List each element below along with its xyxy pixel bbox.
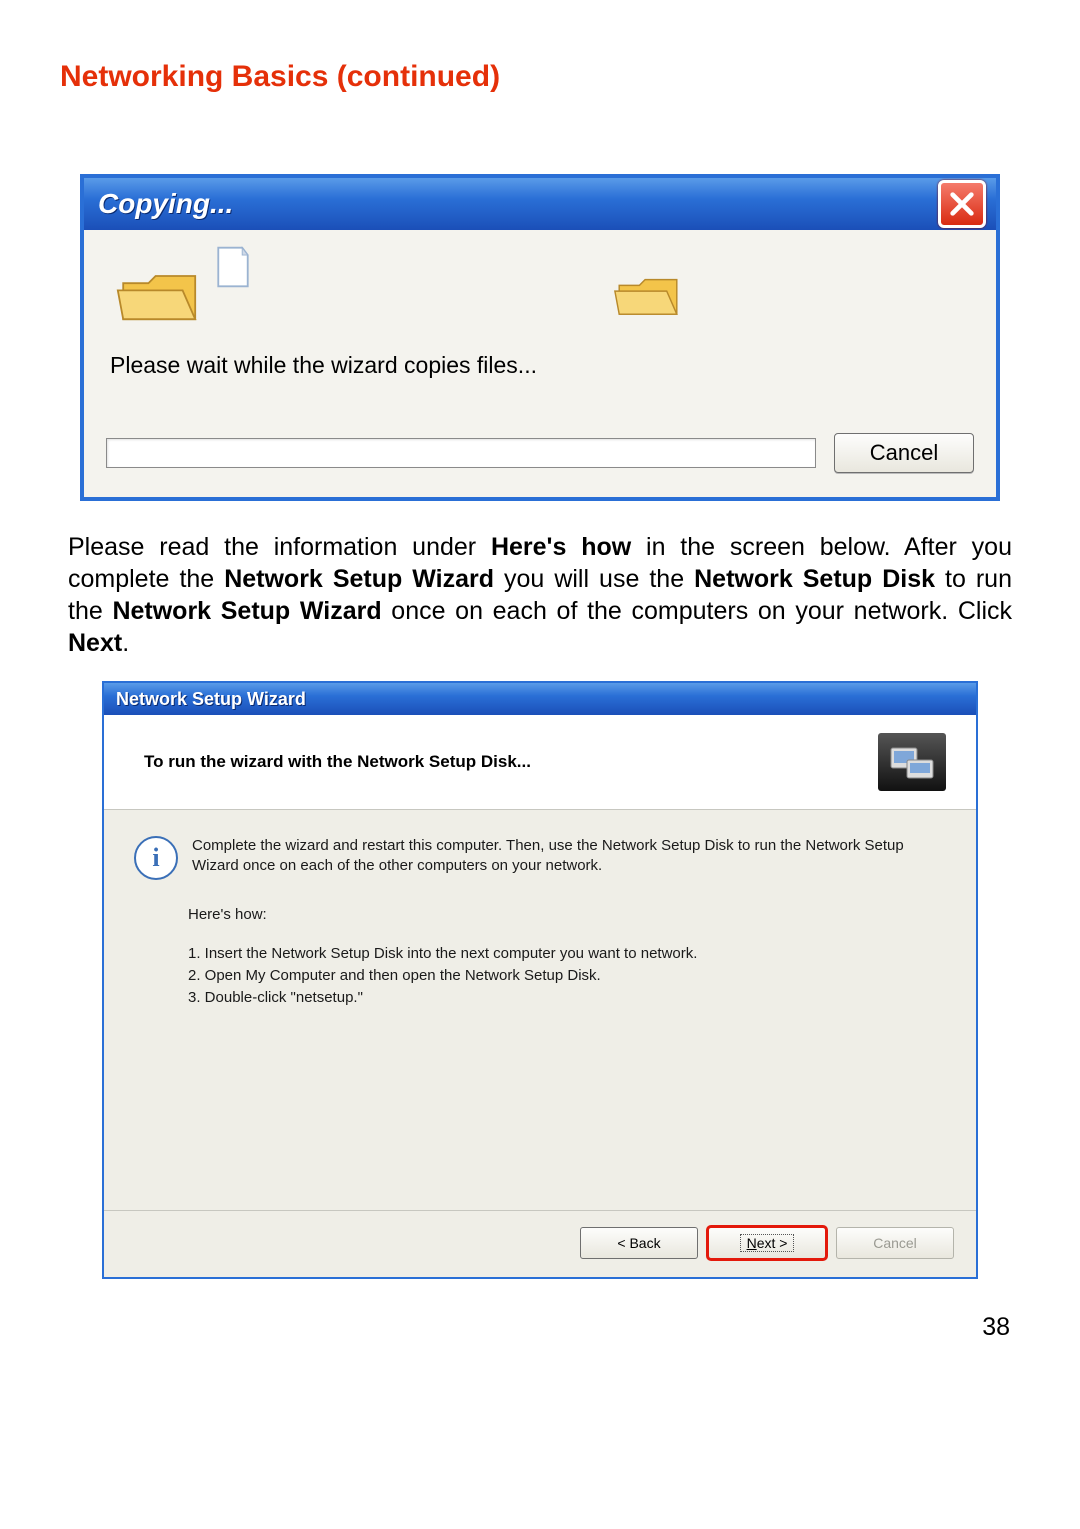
network-setup-wizard-dialog: Network Setup Wizard To run the wizard w… <box>102 681 978 1279</box>
wizard-info-text: Complete the wizard and restart this com… <box>192 836 946 877</box>
wizard-step-1: 1. Insert the Network Setup Disk into th… <box>188 943 946 965</box>
next-suffix: ext > <box>757 1235 788 1251</box>
network-device-icon <box>878 733 946 791</box>
wizard-step-2: 2. Open My Computer and then open the Ne… <box>188 965 946 987</box>
next-button[interactable]: Next > <box>708 1227 826 1259</box>
para-text: Please read the information under <box>68 533 491 561</box>
back-button[interactable]: < Back <box>580 1227 698 1259</box>
para-bold: Network Setup Wizard <box>112 597 381 625</box>
instruction-paragraph: Please read the information under Here's… <box>68 531 1012 659</box>
wizard-cancel-button: Cancel <box>836 1227 954 1259</box>
copy-animation <box>106 258 974 346</box>
cancel-button[interactable]: Cancel <box>834 433 974 473</box>
next-underline: N <box>747 1235 757 1251</box>
folder-icon <box>612 264 684 324</box>
para-bold: Next <box>68 629 122 657</box>
heres-how-label: Here's how: <box>188 906 946 923</box>
wizard-step-3: 3. Double-click "netsetup." <box>188 987 946 1009</box>
wizard-header: To run the wizard with the Network Setup… <box>104 715 976 810</box>
para-bold: Here's how <box>491 533 631 561</box>
page-number: 38 <box>60 1279 1020 1342</box>
flying-page-icon <box>214 244 252 290</box>
copying-title-text: Copying... <box>98 188 233 220</box>
wizard-body: i Complete the wizard and restart this c… <box>104 810 976 1210</box>
copying-dialog: Copying... <box>80 174 1000 501</box>
close-icon[interactable] <box>938 180 986 228</box>
progress-bar <box>106 438 816 468</box>
para-text: you will use the <box>494 565 694 593</box>
wizard-header-text: To run the wizard with the Network Setup… <box>144 752 531 772</box>
wizard-steps: 1. Insert the Network Setup Disk into th… <box>188 943 946 1008</box>
para-bold: Network Setup Disk <box>694 565 935 593</box>
copying-titlebar: Copying... <box>84 178 996 230</box>
back-button-label: < Back <box>617 1235 660 1251</box>
para-text: . <box>122 629 129 657</box>
copying-message: Please wait while the wizard copies file… <box>106 346 974 387</box>
para-bold: Network Setup Wizard <box>224 565 494 593</box>
folder-open-icon <box>116 258 206 330</box>
info-icon: i <box>134 836 178 880</box>
wizard-titlebar: Network Setup Wizard <box>104 683 976 715</box>
para-text: once on each of the computers on your ne… <box>382 597 1012 625</box>
section-heading: Networking Basics (continued) <box>60 60 1020 94</box>
wizard-footer: < Back Next > Cancel <box>104 1210 976 1277</box>
wizard-cancel-label: Cancel <box>873 1235 917 1251</box>
